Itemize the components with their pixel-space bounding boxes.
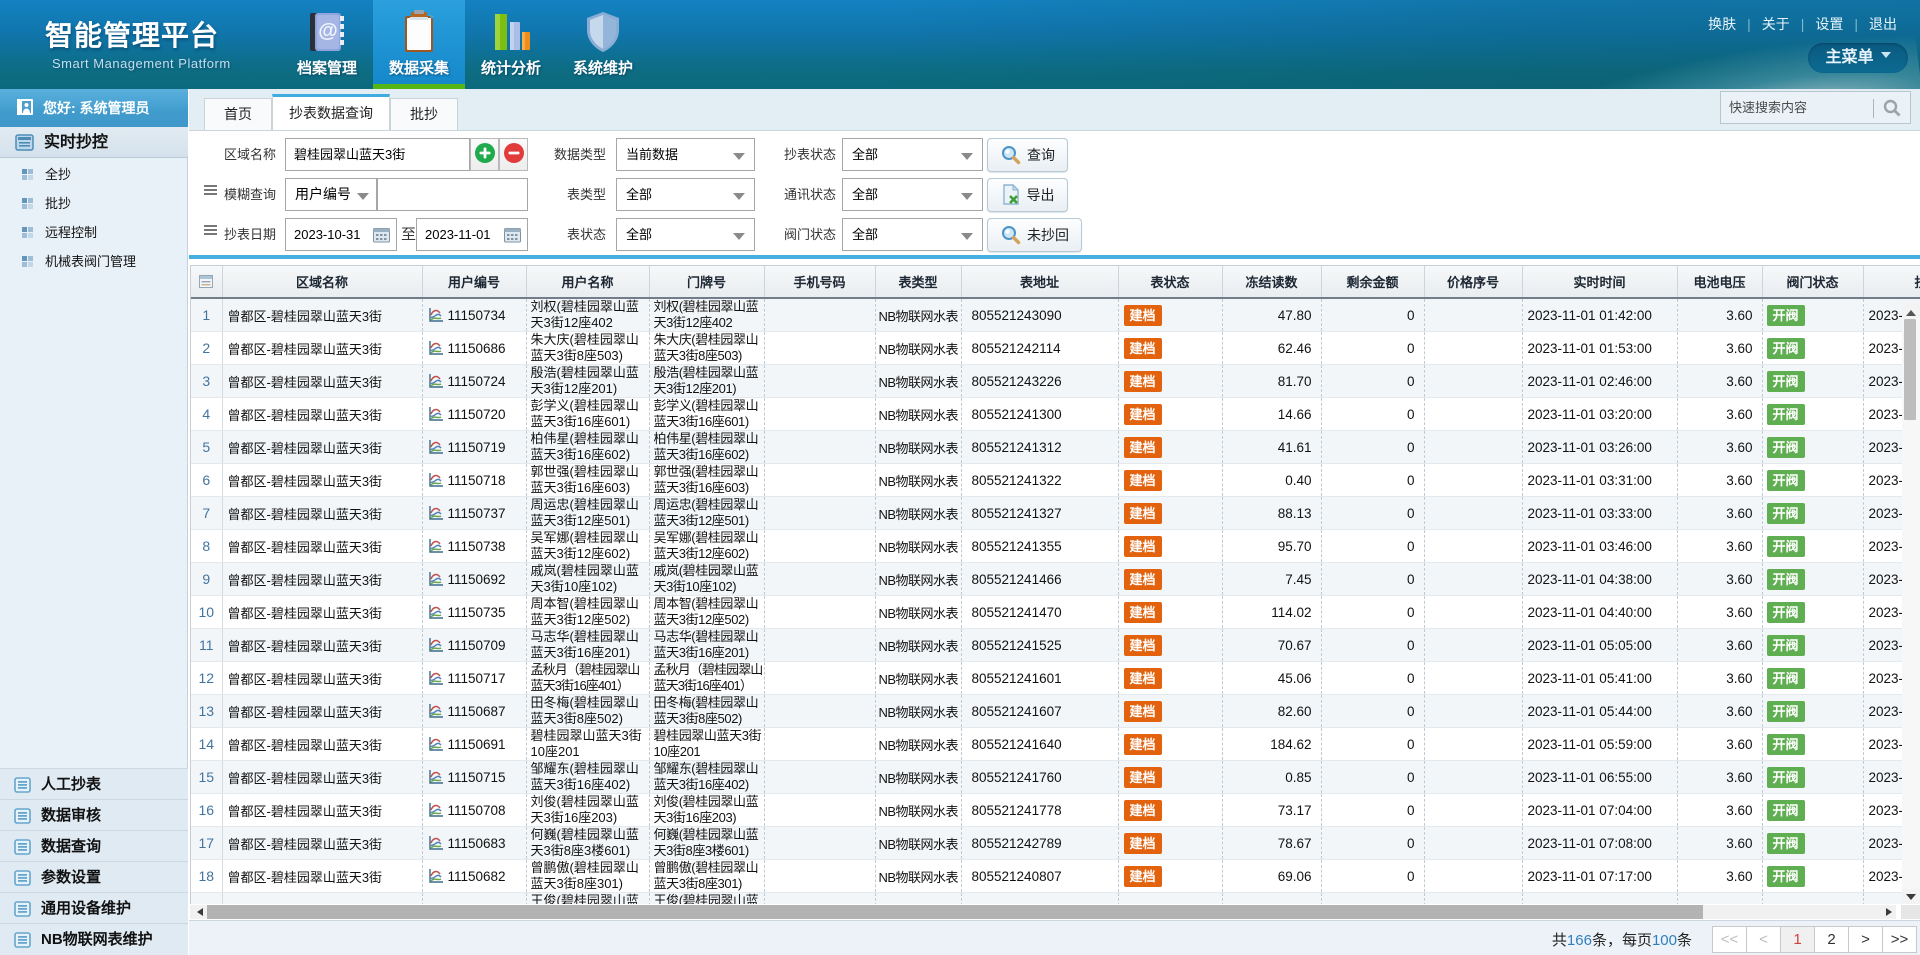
- svg-text:@: @: [318, 20, 338, 42]
